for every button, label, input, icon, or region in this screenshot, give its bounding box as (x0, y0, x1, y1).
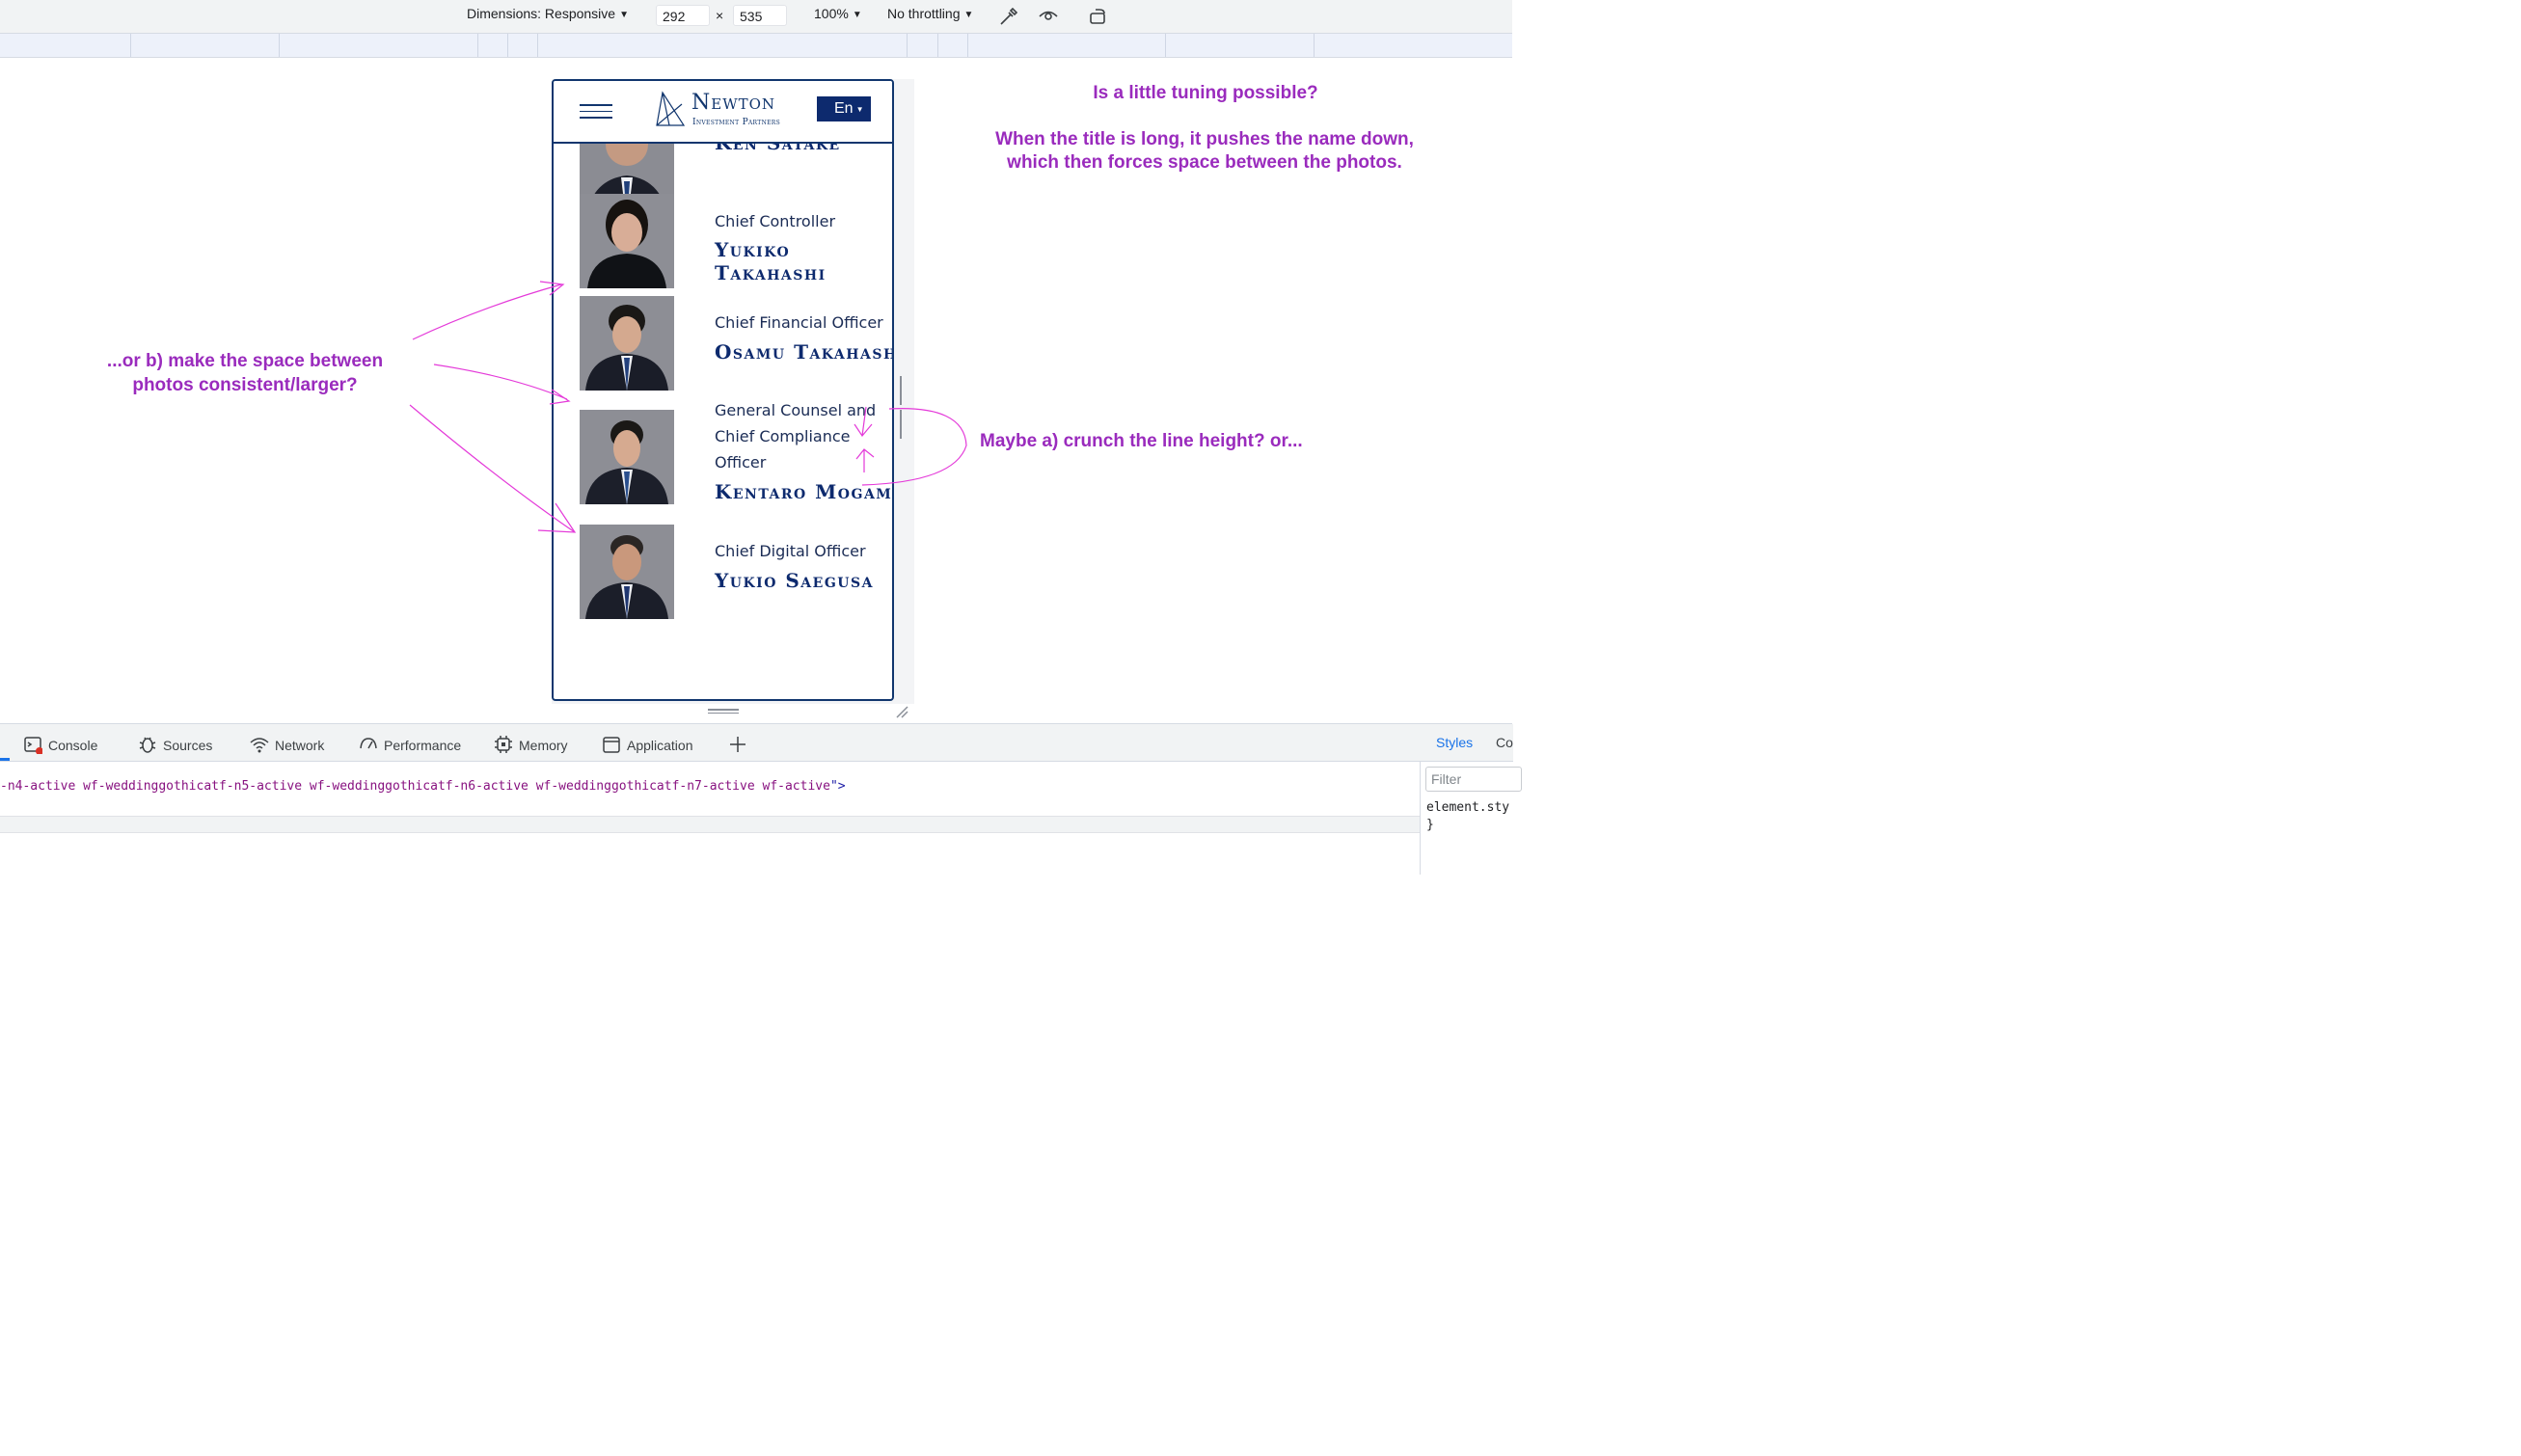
hamburger-menu-icon[interactable] (580, 104, 612, 120)
bug-icon (139, 737, 156, 753)
dom-tree-line[interactable]: -n4-active wf-weddinggothicatf-n5-active… (0, 779, 846, 794)
height-input[interactable]: 535 (733, 5, 787, 26)
window-icon (603, 737, 620, 753)
eyedropper-icon[interactable] (998, 6, 1019, 27)
active-tab-indicator (0, 758, 10, 761)
person-name: Kentaro Mogami (715, 480, 894, 503)
dimensions-dropdown[interactable]: Dimensions: Responsive ▼ (467, 6, 629, 21)
person-name: Yukio Saegusa (715, 569, 874, 592)
device-viewport: Newton Investment Partners En▼ Ken Satak… (552, 79, 894, 701)
styles-filter-input[interactable]: Filter (1425, 767, 1522, 792)
device-toolbar: Dimensions: Responsive ▼ 292 × 535 100% ▼ … (0, 0, 1512, 34)
times-sign: × (716, 8, 724, 23)
caret-down-icon: ▼ (963, 10, 974, 20)
annotation-question: Is a little tuning possible? (1093, 83, 1318, 103)
eye-icon[interactable] (1038, 6, 1059, 27)
site-header: Newton Investment Partners En ▼ (554, 81, 892, 144)
tab-network[interactable]: Network (250, 735, 324, 754)
code-closing: "> (829, 779, 846, 794)
tab-computed[interactable]: Co (1496, 735, 1513, 750)
resize-corner-icon[interactable] (895, 705, 908, 718)
rotate-icon[interactable] (1088, 6, 1109, 27)
annotation-option-a: Maybe a) crunch the line height? or... (980, 431, 1303, 451)
tab-styles[interactable]: Styles (1436, 735, 1473, 750)
tab-label: Performance (384, 738, 462, 753)
viewport-resize-handle-bottom[interactable] (708, 709, 739, 715)
element-style-selector: element.sty (1426, 800, 1510, 815)
devtools-panel: Console Sources Network Performance Memo… (0, 723, 1522, 875)
zoom-dropdown[interactable]: 100% ▼ (814, 6, 862, 21)
logo-subtitle: Investment Partners (692, 118, 781, 127)
tab-sources[interactable]: Sources (138, 735, 212, 754)
tab-memory[interactable]: Memory (494, 735, 568, 754)
media-query-ruler (0, 34, 1512, 58)
throttling-label: No throttling (887, 6, 961, 21)
tab-label: Application (627, 738, 693, 753)
chip-icon (495, 736, 512, 753)
language-label: En (834, 100, 854, 117)
tab-application[interactable]: Application (602, 735, 693, 754)
gauge-icon (360, 738, 377, 749)
tab-label: Console (48, 738, 98, 753)
language-selector[interactable]: En ▼ (817, 96, 871, 121)
person-title: Chief Financial Officer (715, 313, 883, 332)
newton-logo-icon[interactable] (653, 91, 686, 127)
person-name: Yukiko Takahashi (715, 238, 827, 284)
tab-label: Sources (163, 738, 213, 753)
code-attribute-value: -n4-active wf-weddinggothicatf-n5-active… (0, 779, 830, 794)
styles-pane: Styles Co Filter element.sty} (1420, 724, 1522, 875)
person-title: General Counsel and Chief Compliance Off… (715, 401, 877, 472)
portrait-photo (580, 525, 674, 619)
caret-down-icon: ▼ (852, 10, 862, 20)
tab-performance[interactable]: Performance (359, 735, 461, 754)
tab-label: Network (275, 738, 325, 753)
person-title: Chief Controller (715, 212, 836, 230)
dimensions-label: Dimensions: Responsive (467, 6, 616, 21)
person-title: Chief Digital Officer (715, 542, 866, 560)
person-name: Osamu Takahashi (715, 340, 894, 364)
styles-tabbar: Styles Co (1421, 724, 1513, 762)
portrait-photo (580, 410, 674, 504)
element-style-rule[interactable]: element.sty} (1426, 799, 1509, 834)
caret-down-icon: ▼ (619, 10, 629, 20)
breadcrumb-bar (0, 816, 1420, 833)
tab-label: Memory (519, 738, 568, 753)
tab-console[interactable]: Console (23, 735, 98, 755)
add-tab-icon[interactable] (728, 735, 747, 754)
throttling-dropdown[interactable]: No throttling ▼ (887, 6, 973, 21)
console-icon (24, 737, 43, 755)
annotation-explanation: When the title is long, it pushes the na… (995, 129, 1414, 173)
portrait-photo (580, 296, 674, 391)
caret-down-icon: ▼ (855, 105, 864, 114)
zoom-label: 100% (814, 6, 849, 21)
width-input[interactable]: 292 (656, 5, 710, 26)
viewport-resize-handle-right[interactable] (900, 376, 906, 439)
wifi-icon (250, 738, 269, 753)
devtools-tabbar: Console Sources Network Performance Memo… (0, 724, 1512, 762)
annotation-option-b: ...or b) make the space between photos c… (106, 351, 384, 395)
close-brace: } (1426, 818, 1434, 832)
portrait-photo (580, 194, 674, 288)
logo-name: Newton (691, 91, 776, 115)
